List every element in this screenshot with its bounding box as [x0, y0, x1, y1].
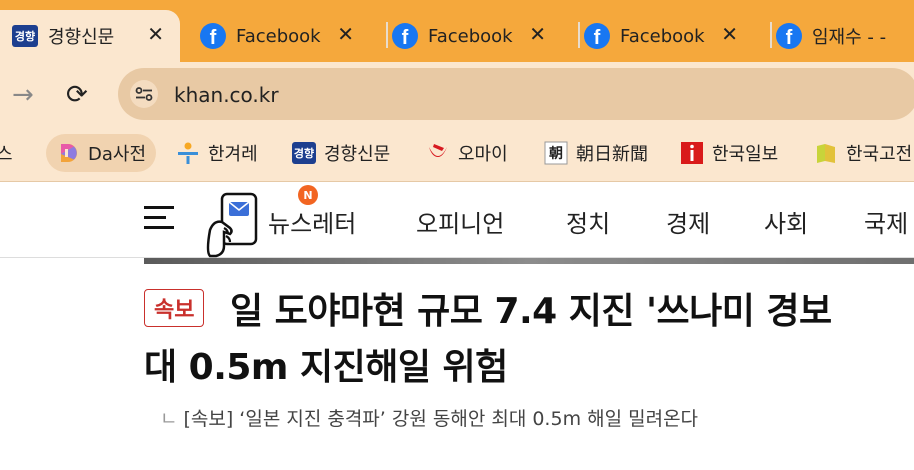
tab-title: Facebook [620, 25, 705, 47]
tab-title: Facebook [428, 25, 513, 47]
related-corner-marker: ㄴ [160, 408, 178, 430]
headline-line-1[interactable]: 일 도야마현 규모 7.4 지진 '쓰나미 경보 [230, 282, 832, 334]
khan-logo-icon: 경향 [292, 141, 316, 165]
da-dictionary-icon [56, 141, 80, 165]
bookmark-partial[interactable]: 스 [0, 134, 13, 172]
tab-separator [578, 22, 580, 48]
hani-icon [176, 141, 200, 165]
breaking-badge: 속보 [144, 289, 205, 327]
forward-icon[interactable]: → [12, 80, 34, 110]
tab-separator [386, 22, 388, 48]
new-badge: N [298, 185, 318, 205]
facebook-icon: f [392, 23, 418, 49]
browser-toolbar: → ⟳ khan.co.kr [0, 62, 914, 126]
address-bar[interactable]: khan.co.kr [118, 68, 914, 120]
hankook-icon [680, 141, 704, 165]
classics-icon [814, 141, 838, 165]
tab-title: 임재수 - - [812, 27, 887, 48]
nav-international[interactable]: 국제 [864, 204, 908, 239]
nav-opinion[interactable]: 오피니언 [416, 204, 504, 239]
menu-icon[interactable] [144, 206, 174, 230]
ohmynews-icon [426, 141, 450, 165]
page-content: N 뉴스레터 오피니언 정치 경제 사회 국제 속보 일 도야마현 규모 7.4… [0, 182, 914, 470]
nav-society[interactable]: 사회 [764, 204, 808, 239]
bookmark-hani[interactable]: 한겨레 [176, 134, 258, 172]
tab-title: Facebook [236, 25, 321, 47]
bookmark-ohmynews[interactable]: 오마이 [426, 134, 508, 172]
facebook-icon: f [776, 23, 802, 49]
nav-newsletter[interactable]: 뉴스레터 [268, 204, 356, 239]
khan-logo-icon: 경향 [12, 23, 38, 49]
url-text: khan.co.kr [174, 83, 279, 107]
bookmark-asahi[interactable]: 朝 朝日新聞 [544, 134, 648, 172]
svg-text:朝: 朝 [549, 145, 563, 162]
reload-icon[interactable]: ⟳ [66, 80, 88, 110]
tab-title: 경향신문 [48, 27, 115, 48]
hero-image-edge [144, 258, 914, 264]
bookmarks-bar: 스 Da사전 한겨레 경향 경향신문 오마이 朝 朝日新聞 한국일보 한국고전 [0, 126, 914, 182]
tab-facebook-4[interactable]: f 임재수 - - [770, 10, 914, 62]
tab-separator [770, 22, 772, 48]
nav-economy[interactable]: 경제 [666, 204, 710, 239]
asahi-icon: 朝 [544, 141, 568, 165]
site-navbar: N 뉴스레터 오피니언 정치 경제 사회 국제 [0, 182, 914, 258]
tab-facebook-3[interactable]: f Facebook ✕ [578, 10, 754, 62]
headline-line-2[interactable]: 대 0.5m 지진해일 위험 [144, 338, 508, 390]
tab-close-icon[interactable]: ✕ [337, 22, 354, 46]
tab-strip: 경향 경향신문 ✕ f Facebook ✕ f Facebook ✕ f Fa… [0, 0, 914, 62]
bookmark-khan[interactable]: 경향 경향신문 [292, 134, 390, 172]
bookmark-hankook[interactable]: 한국일보 [680, 134, 778, 172]
tab-close-icon[interactable]: ✕ [721, 22, 738, 46]
tab-facebook-1[interactable]: f Facebook ✕ [200, 10, 370, 62]
tab-khan[interactable]: 경향 경향신문 ✕ [0, 10, 180, 62]
tab-facebook-2[interactable]: f Facebook ✕ [386, 10, 562, 62]
bookmark-da-dictionary[interactable]: Da사전 [46, 134, 157, 172]
facebook-icon: f [584, 23, 610, 49]
related-article-text: [속보] ‘일본 지진 충격파’ 강원 동해안 최대 0.5m 해일 밀려온다 [183, 408, 699, 430]
related-article-link[interactable]: ㄴ [속보] ‘일본 지진 충격파’ 강원 동해안 최대 0.5m 해일 밀려온다 [160, 404, 698, 431]
bookmark-classics[interactable]: 한국고전 [814, 134, 912, 172]
site-settings-icon[interactable] [130, 80, 158, 108]
facebook-icon: f [200, 23, 226, 49]
newsletter-phone-icon[interactable] [204, 188, 266, 258]
nav-politics[interactable]: 정치 [566, 204, 610, 239]
tab-close-icon[interactable]: ✕ [529, 22, 546, 46]
tab-close-icon[interactable]: ✕ [147, 22, 164, 46]
